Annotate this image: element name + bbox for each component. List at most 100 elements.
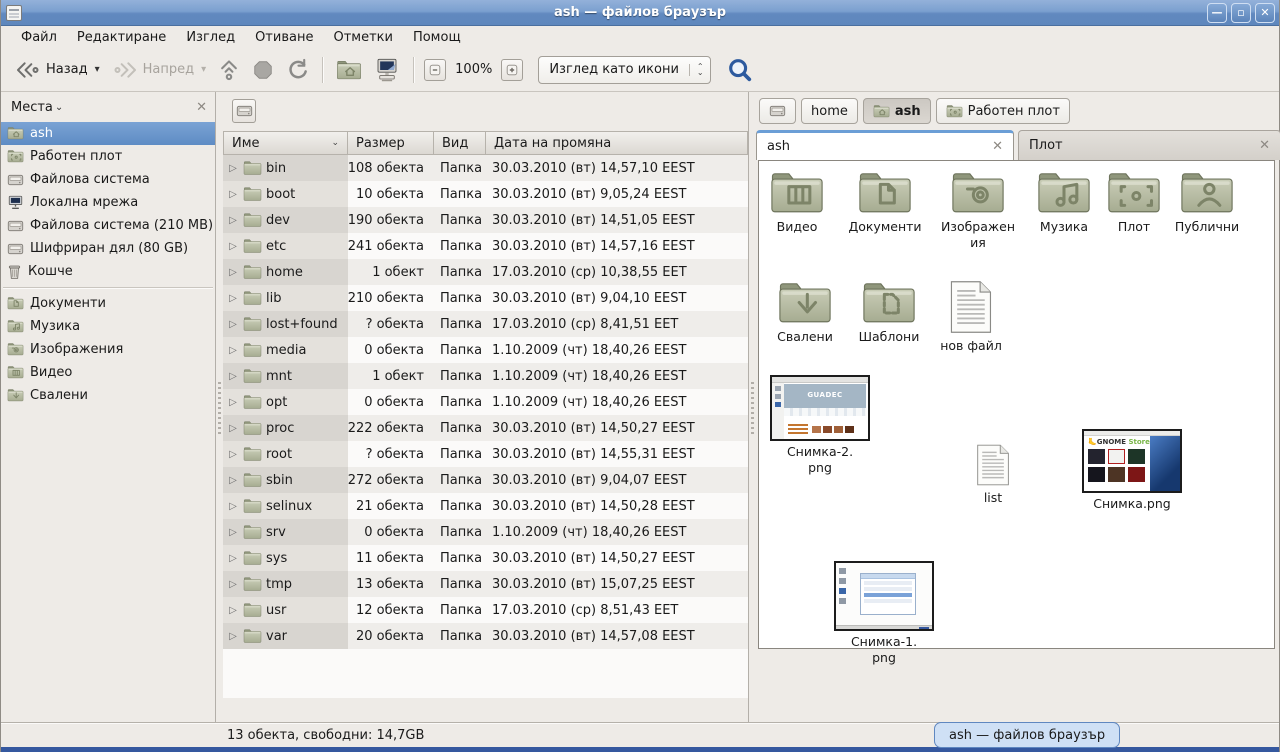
icon-view-item[interactable]: Документи: [841, 169, 929, 235]
sidebar-item[interactable]: Изображения: [1, 338, 215, 361]
titlebar[interactable]: ash — файлов браузър — ▫ ✕: [1, 0, 1279, 26]
sidebar-item[interactable]: Видео: [1, 361, 215, 384]
column-header-Размер[interactable]: Размер: [348, 131, 434, 155]
pane-resize-handle[interactable]: [216, 92, 223, 722]
back-dropdown-icon[interactable]: ▾: [95, 64, 100, 75]
table-row[interactable]: ▷home1 обектПапка17.03.2010 (ср) 10,38,5…: [223, 259, 748, 285]
home-button[interactable]: [330, 55, 368, 85]
menu-Редактиране[interactable]: Редактиране: [67, 28, 176, 47]
places-selector[interactable]: Места: [11, 100, 53, 115]
table-row[interactable]: ▷sbin272 обектаПапка30.03.2010 (вт) 9,04…: [223, 467, 748, 493]
icon-view-item[interactable]: Шаблони: [849, 279, 929, 345]
table-row[interactable]: ▷usr12 обектаПапка17.03.2010 (ср) 8,51,4…: [223, 597, 748, 623]
column-header-Вид[interactable]: Вид: [434, 131, 486, 155]
expander-icon[interactable]: ▷: [227, 579, 239, 590]
back-button[interactable]: Назад ▾: [9, 56, 106, 84]
menu-Отметки[interactable]: Отметки: [323, 28, 402, 47]
expander-icon[interactable]: ▷: [227, 423, 239, 434]
sidebar-item[interactable]: Шифриран дял (80 GB): [1, 237, 215, 260]
table-row[interactable]: ▷root? обектаПапка30.03.2010 (вт) 14,55,…: [223, 441, 748, 467]
tree-root-button[interactable]: [232, 99, 256, 123]
icon-view-item[interactable]: GUADECСнимка-2. png: [767, 375, 873, 475]
breadcrumb-button-home[interactable]: home: [801, 98, 858, 124]
breadcrumb-button-ash[interactable]: ash: [863, 98, 931, 124]
close-button[interactable]: ✕: [1255, 3, 1275, 23]
expander-icon[interactable]: ▷: [227, 527, 239, 538]
expander-icon[interactable]: ▷: [227, 215, 239, 226]
expander-icon[interactable]: ▷: [227, 397, 239, 408]
pane-resize-handle[interactable]: [749, 92, 756, 722]
breadcrumb-button-Работен плот[interactable]: Работен плот: [936, 98, 1070, 124]
table-row[interactable]: ▷proc222 обектаПапка30.03.2010 (вт) 14,5…: [223, 415, 748, 441]
minimize-button[interactable]: —: [1207, 3, 1227, 23]
icon-view-item[interactable]: Снимка-1. png: [831, 561, 937, 665]
table-row[interactable]: ▷lib210 обектаПапка30.03.2010 (вт) 9,04,…: [223, 285, 748, 311]
places-dropdown-icon[interactable]: ⌄: [55, 102, 63, 113]
spinner-icon[interactable]: ⌃⌄: [689, 64, 704, 76]
table-row[interactable]: ▷sys11 обектаПапка30.03.2010 (вт) 14,50,…: [223, 545, 748, 571]
expander-icon[interactable]: ▷: [227, 241, 239, 252]
icon-view-item[interactable]: Свалени: [765, 279, 845, 345]
forward-button[interactable]: Напред ▾: [106, 56, 213, 84]
expander-icon[interactable]: ▷: [227, 449, 239, 460]
tab-close-icon[interactable]: ✕: [992, 139, 1003, 154]
forward-dropdown-icon[interactable]: ▾: [201, 64, 206, 75]
icon-view-item[interactable]: Видео: [761, 169, 833, 235]
sidebar-item[interactable]: Локална мрежа: [1, 191, 215, 214]
sidebar-item[interactable]: Свалени: [1, 384, 215, 407]
table-row[interactable]: ▷selinux21 обектаПапка30.03.2010 (вт) 14…: [223, 493, 748, 519]
expander-icon[interactable]: ▷: [227, 293, 239, 304]
menu-Помощ[interactable]: Помощ: [403, 28, 471, 47]
expander-icon[interactable]: ▷: [227, 345, 239, 356]
sidebar-item[interactable]: Файлова система: [1, 168, 215, 191]
up-button[interactable]: [212, 54, 246, 86]
expander-icon[interactable]: ▷: [227, 475, 239, 486]
menu-Изглед[interactable]: Изглед: [176, 28, 245, 47]
icon-view-item[interactable]: Музика: [1027, 169, 1101, 235]
sidebar-item[interactable]: Кошче: [1, 260, 215, 283]
sidebar-item[interactable]: ash: [1, 122, 215, 145]
tab-ash[interactable]: ash✕: [756, 130, 1014, 160]
zoom-in-button[interactable]: [501, 59, 523, 81]
zoom-out-button[interactable]: [424, 59, 446, 81]
column-header-Дата на промяна[interactable]: Дата на промяна: [486, 131, 748, 155]
stop-button[interactable]: [246, 55, 280, 85]
sidebar-item[interactable]: Файлова система (210 MB): [1, 214, 215, 237]
table-row[interactable]: ▷srv0 обектаПапка1.10.2009 (чт) 18,40,26…: [223, 519, 748, 545]
expander-icon[interactable]: ▷: [227, 631, 239, 642]
expander-icon[interactable]: ▷: [227, 319, 239, 330]
table-row[interactable]: ▷tmp13 обектаПапка30.03.2010 (вт) 15,07,…: [223, 571, 748, 597]
expander-icon[interactable]: ▷: [227, 267, 239, 278]
menu-Отиване[interactable]: Отиване: [245, 28, 323, 47]
expander-icon[interactable]: ▷: [227, 163, 239, 174]
tab-Плот[interactable]: Плот✕: [1018, 130, 1280, 160]
icon-view-item[interactable]: 🦶GNOME StoreСнимка.png: [1077, 429, 1187, 512]
table-row[interactable]: ▷bin108 обектаПапка30.03.2010 (вт) 14,57…: [223, 155, 748, 181]
sidebar-item[interactable]: Документи: [1, 292, 215, 315]
table-row[interactable]: ▷var20 обектаПапка30.03.2010 (вт) 14,57,…: [223, 623, 748, 649]
breadcrumb-button[interactable]: [759, 98, 796, 124]
table-row[interactable]: ▷opt0 обектаПапка1.10.2009 (чт) 18,40,26…: [223, 389, 748, 415]
expander-icon[interactable]: ▷: [227, 605, 239, 616]
reload-button[interactable]: [280, 54, 315, 85]
table-row[interactable]: ▷dev190 обектаПапка30.03.2010 (вт) 14,51…: [223, 207, 748, 233]
computer-button[interactable]: [368, 54, 406, 86]
sidebar-item[interactable]: Работен плот: [1, 145, 215, 168]
expander-icon[interactable]: ▷: [227, 501, 239, 512]
table-row[interactable]: ▷boot10 обектаПапка30.03.2010 (вт) 9,05,…: [223, 181, 748, 207]
icon-view-item[interactable]: Публични: [1167, 169, 1247, 235]
sidebar-close-icon[interactable]: ✕: [196, 100, 207, 115]
expander-icon[interactable]: ▷: [227, 371, 239, 382]
table-row[interactable]: ▷media0 обектаПапка1.10.2009 (чт) 18,40,…: [223, 337, 748, 363]
icon-view-item[interactable]: нов файл: [933, 279, 1009, 354]
tab-close-icon[interactable]: ✕: [1259, 138, 1270, 153]
icon-view-item[interactable]: Плот: [1105, 169, 1163, 235]
expander-icon[interactable]: ▷: [227, 189, 239, 200]
icon-view-item[interactable]: list: [963, 443, 1023, 506]
menu-Файл[interactable]: Файл: [11, 28, 67, 47]
maximize-button[interactable]: ▫: [1231, 3, 1251, 23]
search-button[interactable]: [721, 53, 759, 87]
sidebar-item[interactable]: Музика: [1, 315, 215, 338]
column-header-Име[interactable]: Име⌄: [223, 131, 348, 155]
table-row[interactable]: ▷etc241 обектаПапка30.03.2010 (вт) 14,57…: [223, 233, 748, 259]
